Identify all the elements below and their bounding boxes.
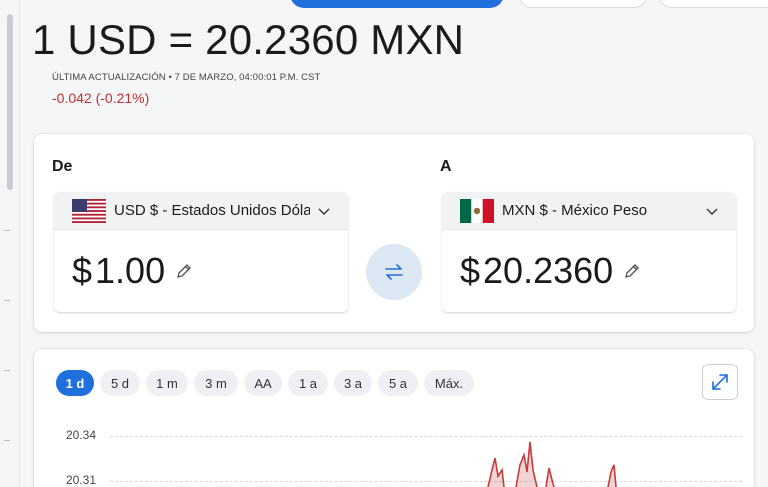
price-chart — [487, 441, 617, 487]
price-series-line — [487, 441, 617, 487]
